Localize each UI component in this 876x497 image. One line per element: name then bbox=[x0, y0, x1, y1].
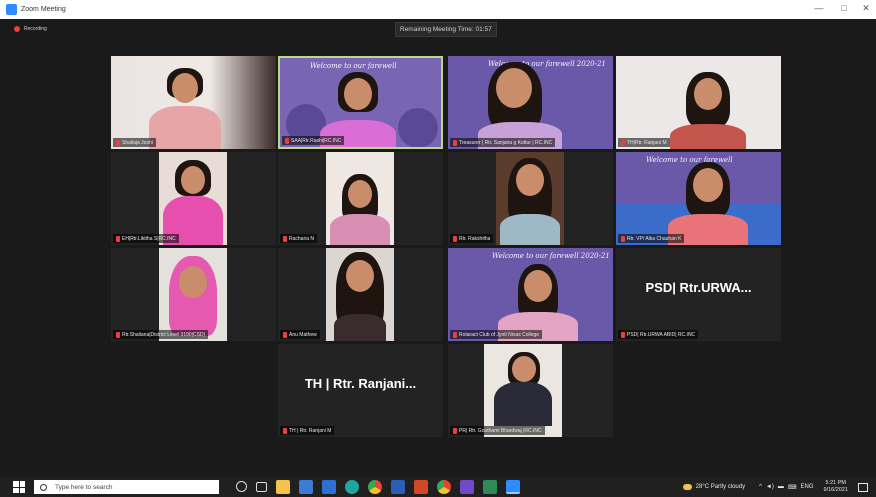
muted-mic-icon bbox=[621, 139, 625, 146]
participant-nameplate: Rachana N bbox=[280, 234, 318, 243]
participant-tile[interactable]: EH|Rtr.Likitha S|RC.INC bbox=[111, 152, 276, 245]
word-icon[interactable] bbox=[391, 480, 405, 494]
maximize-button[interactable]: □ bbox=[836, 3, 852, 13]
participant-nameplate: Rtr. Rakshitha bbox=[450, 234, 494, 243]
spreadsheet-icon[interactable] bbox=[483, 480, 497, 494]
participant-video: Welcome to our farewell bbox=[616, 152, 781, 245]
participant-tile-active-speaker[interactable]: Welcome to our farewell SAA|Rtr.Rashi|RC… bbox=[278, 56, 443, 149]
windows-taskbar: Type here to search 28°C Partly cloudy ^… bbox=[0, 477, 876, 497]
keyboard-icon[interactable]: ⌨ bbox=[788, 484, 797, 491]
participant-video bbox=[278, 152, 443, 245]
zoom-app-icon bbox=[6, 4, 17, 15]
muted-mic-icon bbox=[453, 235, 457, 242]
chrome-icon[interactable] bbox=[437, 480, 451, 494]
participant-nameplate: PR| Rtr. Gouthami Bhardwaj |RC.INC bbox=[450, 426, 545, 435]
system-tray: 28°C Partly cloudy ^ ◄) ▬ ⌨ ENG 5:21 PM … bbox=[682, 477, 868, 497]
weather-widget[interactable]: 28°C Partly cloudy bbox=[682, 484, 745, 490]
store-icon[interactable] bbox=[299, 480, 313, 494]
participant-nameplate: Shailaja Joshi bbox=[113, 138, 156, 147]
recording-dot-icon bbox=[14, 26, 20, 32]
windows-start-icon[interactable] bbox=[13, 481, 25, 493]
language-indicator[interactable]: ENG bbox=[801, 484, 814, 490]
powerpoint-icon[interactable] bbox=[414, 480, 428, 494]
notifications-icon[interactable] bbox=[858, 482, 868, 492]
muted-mic-icon bbox=[116, 139, 120, 146]
search-placeholder: Type here to search bbox=[55, 483, 113, 491]
participant-tile[interactable]: Anu Mathew bbox=[278, 248, 443, 341]
participant-video bbox=[111, 248, 276, 341]
participant-nameplate: TH | Rtr. Ranjani M bbox=[280, 426, 335, 435]
participant-tile[interactable]: PR| Rtr. Gouthami Bhardwaj |RC.INC bbox=[448, 344, 613, 437]
participant-nameplate: Anu Mathew bbox=[280, 330, 320, 339]
participant-nameplate: Rtr. VP/ Alka Chauhan K bbox=[618, 234, 685, 243]
participant-video bbox=[448, 344, 613, 437]
recording-label: Recording bbox=[24, 26, 47, 32]
chrome-icon[interactable] bbox=[368, 480, 382, 494]
participant-video: Welcome to our farewell 2020-21 bbox=[448, 248, 613, 341]
participant-video bbox=[616, 56, 781, 149]
participant-tile[interactable]: Shailaja Joshi bbox=[111, 56, 276, 149]
weather-icon bbox=[682, 484, 692, 490]
muted-mic-icon bbox=[621, 331, 625, 338]
close-button[interactable]: ✕ bbox=[858, 3, 874, 14]
muted-mic-icon bbox=[285, 137, 289, 144]
search-icon bbox=[40, 483, 47, 491]
participant-nameplate: TH|Rtr. Ranjani M bbox=[618, 138, 670, 147]
participant-display-name: TH | Rtr. Ranjani... bbox=[304, 376, 417, 391]
muted-mic-icon bbox=[283, 427, 287, 434]
participant-video bbox=[278, 248, 443, 341]
participant-nameplate: PSD| Rtr.URWA ABID| RC.INC bbox=[618, 330, 699, 339]
minimize-button[interactable]: — bbox=[811, 3, 827, 13]
participant-nameplate: EH|Rtr.Likitha S|RC.INC bbox=[113, 234, 179, 243]
participant-video bbox=[111, 56, 276, 149]
muted-mic-icon bbox=[621, 235, 625, 242]
muted-mic-icon bbox=[453, 139, 457, 146]
cortana-icon[interactable] bbox=[236, 481, 247, 492]
taskbar-clock[interactable]: 5:21 PM 9/16/2021 bbox=[824, 480, 848, 494]
participant-tile[interactable]: Rtr. Rakshitha bbox=[448, 152, 613, 245]
taskbar-search-box[interactable]: Type here to search bbox=[34, 480, 219, 494]
participant-nameplate: Rotaract Club of Jyoti Nivas College bbox=[450, 330, 543, 339]
network-icon[interactable]: ▬ bbox=[778, 484, 784, 490]
participant-tile-no-video[interactable]: TH | Rtr. Ranjani... TH | Rtr. Ranjani M bbox=[278, 344, 443, 437]
participant-tile[interactable]: Welcome to our farewell 2020-21 Treasure… bbox=[448, 56, 613, 149]
muted-mic-icon bbox=[116, 235, 120, 242]
participant-tile[interactable]: Rtr.Shaliana|District Level 3190|CSD) bbox=[111, 248, 276, 341]
muted-mic-icon bbox=[116, 331, 120, 338]
participant-nameplate: SAA|Rtr.Rashi|RC.INC bbox=[282, 136, 345, 145]
participant-tile[interactable]: Welcome to our farewell Rtr. VP/ Alka Ch… bbox=[616, 152, 781, 245]
file-explorer-icon[interactable] bbox=[276, 480, 290, 494]
task-view-icon[interactable] bbox=[256, 482, 267, 492]
participant-tile[interactable]: TH|Rtr. Ranjani M bbox=[616, 56, 781, 149]
participant-display-name: PSD| Rtr.URWA... bbox=[645, 280, 752, 295]
participant-tile-no-video[interactable]: PSD| Rtr.URWA... PSD| Rtr.URWA ABID| RC.… bbox=[616, 248, 781, 341]
meeting-timer: Remaining Meeting Time: 01:57 bbox=[395, 22, 497, 37]
participant-video: Welcome to our farewell 2020-21 bbox=[448, 56, 613, 149]
window-titlebar: Zoom Meeting — □ ✕ bbox=[0, 0, 876, 19]
show-hidden-icons-icon[interactable]: ^ bbox=[759, 484, 762, 490]
muted-mic-icon bbox=[453, 331, 457, 338]
muted-mic-icon bbox=[283, 235, 287, 242]
participant-nameplate: Treasurer | Rtr. Sanjana g Kottur | RC.I… bbox=[450, 138, 556, 147]
recording-indicator[interactable]: Recording bbox=[14, 26, 47, 32]
participant-video: Welcome to our farewell bbox=[280, 58, 441, 147]
edge-icon[interactable] bbox=[345, 480, 359, 494]
participant-tile[interactable]: Welcome to our farewell 2020-21 Rotaract… bbox=[448, 248, 613, 341]
participant-video bbox=[448, 152, 613, 245]
window-title: Zoom Meeting bbox=[21, 6, 66, 13]
zoom-icon[interactable] bbox=[506, 480, 520, 494]
volume-icon[interactable]: ◄) bbox=[766, 484, 774, 490]
participant-tile[interactable]: Rachana N bbox=[278, 152, 443, 245]
muted-mic-icon bbox=[283, 331, 287, 338]
meeting-gallery: Recording Remaining Meeting Time: 01:57 … bbox=[0, 19, 876, 471]
muted-mic-icon bbox=[453, 427, 457, 434]
participant-video bbox=[111, 152, 276, 245]
participant-nameplate: Rtr.Shaliana|District Level 3190|CSD) bbox=[113, 330, 209, 339]
mail-icon[interactable] bbox=[322, 480, 336, 494]
photos-icon[interactable] bbox=[460, 480, 474, 494]
